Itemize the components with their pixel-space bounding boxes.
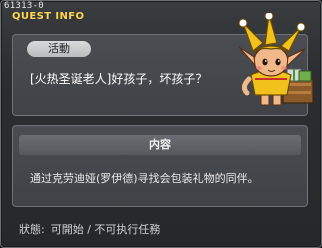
status-label: 狀態:: [19, 223, 45, 236]
window-title: QUEST INFO: [12, 11, 85, 22]
activity-badge: 活動: [27, 41, 91, 57]
quest-status: 狀態: 可開始 / 不可执行任務: [19, 221, 160, 237]
content-text: 通过克劳迪娅(罗伊德)寻找会包装礼物的同伴。: [30, 172, 259, 185]
jester-elf-npc-icon: [238, 13, 314, 106]
quest-content-panel: 内容 通过克劳迪娅(罗伊德)寻找会包装礼物的同伴。: [12, 125, 308, 207]
quest-id: 61313-0: [4, 1, 45, 11]
content-header: 内容: [19, 135, 301, 155]
status-value: 可開始 / 不可执行任務: [50, 223, 161, 236]
quest-name: [火热圣诞老人]好孩子，坏孩子？: [30, 72, 208, 86]
quest-info-window: 61313-0 QUEST INFO 活動 [火热圣诞老人]好孩子，坏孩子？ 内…: [0, 0, 322, 248]
